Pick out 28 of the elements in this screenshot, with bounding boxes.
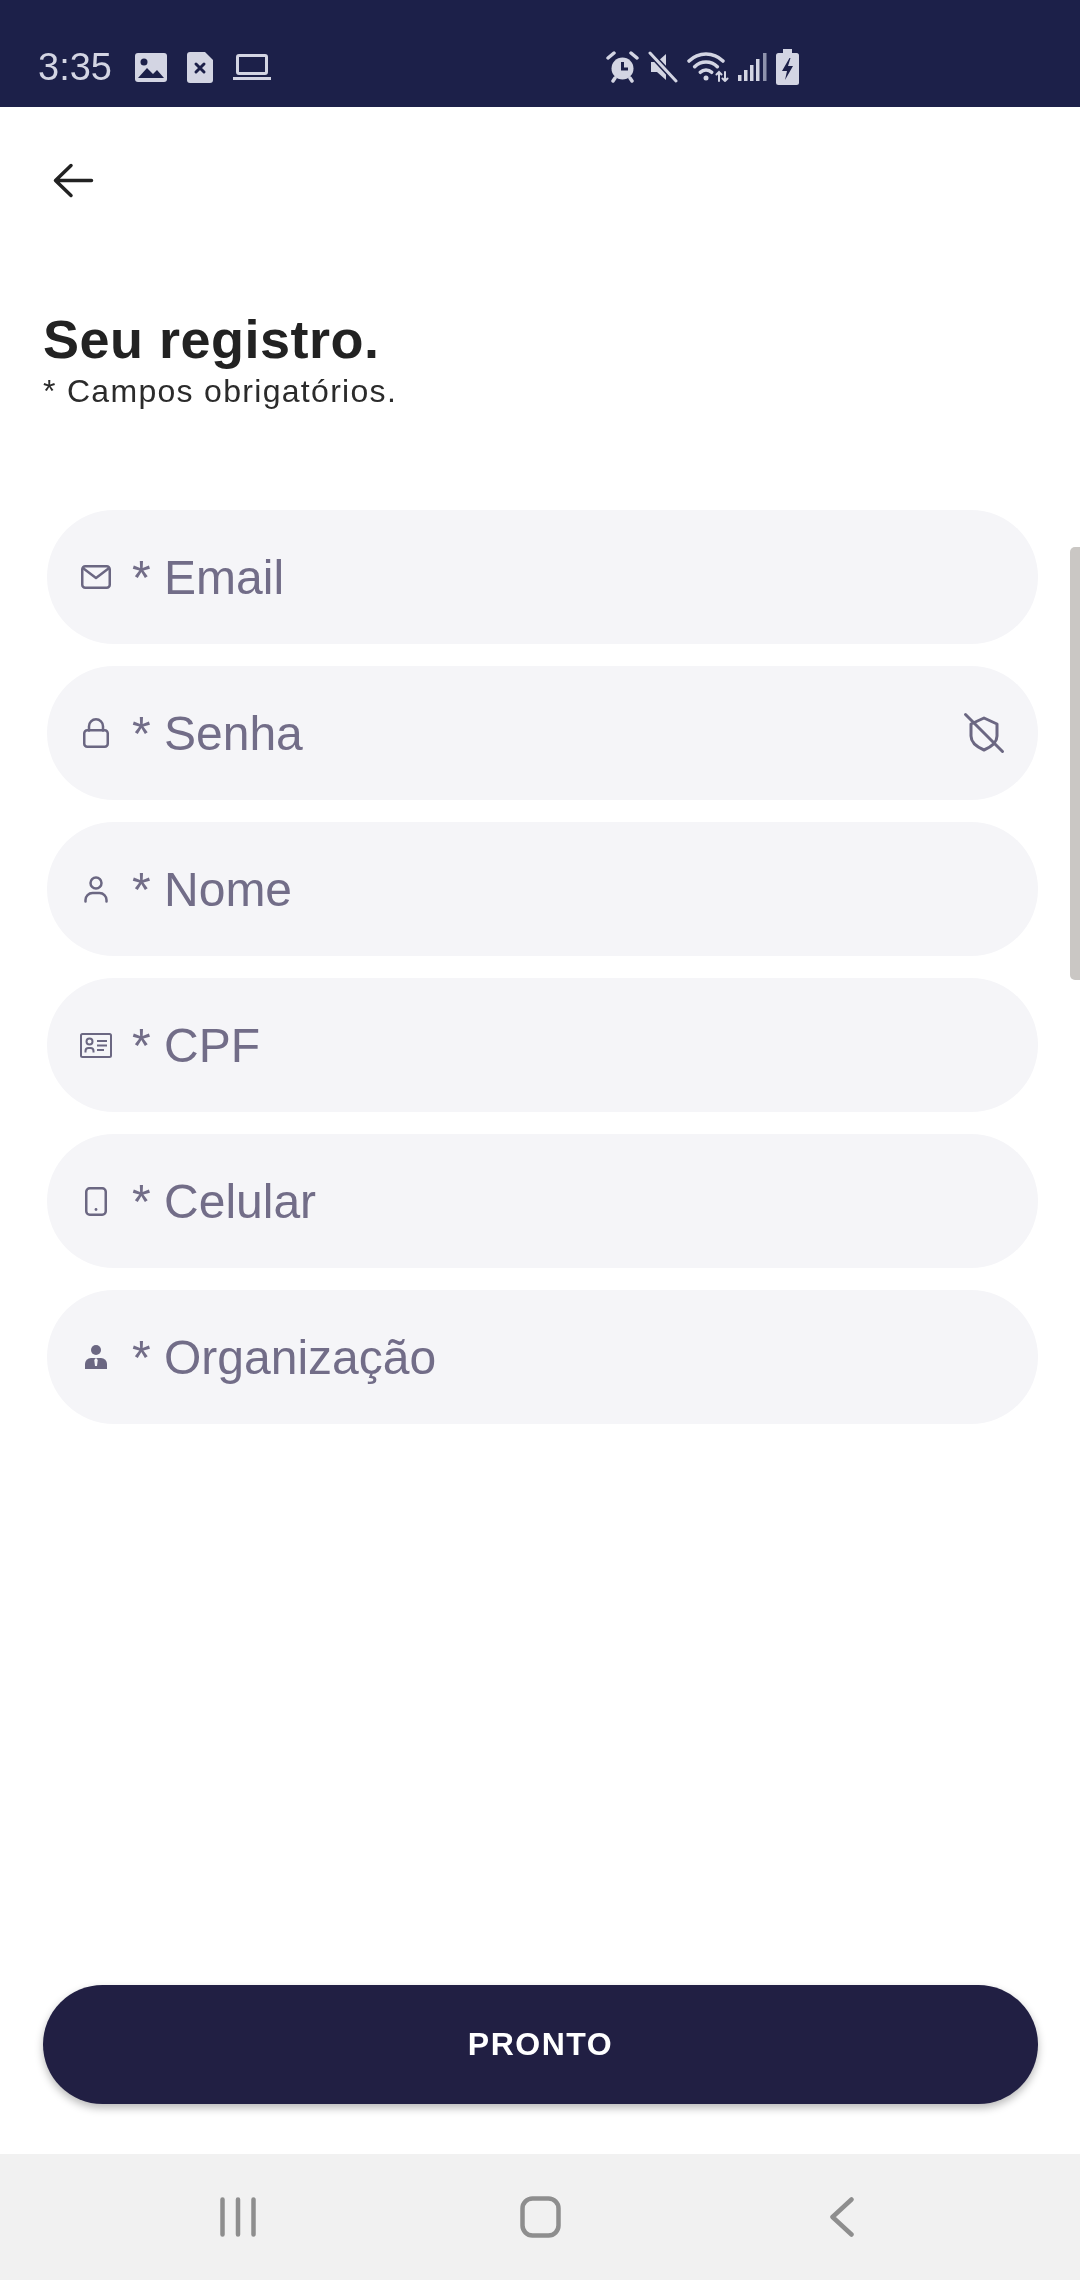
lock-icon: [83, 718, 109, 748]
slashed-shield-icon[interactable]: [963, 712, 1005, 754]
status-time: 3:35: [38, 48, 112, 86]
laptop-icon: [232, 54, 271, 80]
recent-apps-icon[interactable]: [220, 2197, 256, 2237]
done-button[interactable]: PRONTO: [43, 1985, 1038, 2104]
businessperson-icon: [85, 1345, 107, 1369]
required-fields-note: * Campos obrigatórios.: [43, 375, 399, 407]
image-icon: [134, 52, 167, 82]
charging-battery-icon: [776, 49, 799, 85]
phone-field[interactable]: * Celular: [47, 1134, 1038, 1268]
id-card-icon: [80, 1032, 112, 1058]
password-field[interactable]: * Senha: [47, 666, 1038, 800]
alarm-clock-icon: [606, 51, 639, 83]
document-field[interactable]: * CPF: [47, 978, 1038, 1112]
home-icon[interactable]: [519, 2196, 561, 2238]
person-icon: [84, 875, 108, 903]
muted-speaker-icon: [648, 51, 678, 83]
back-chevron-icon[interactable]: [830, 2197, 854, 2237]
signal-bars-icon: [738, 53, 767, 81]
back-arrow-icon[interactable]: [53, 163, 94, 198]
name-field[interactable]: * Nome: [47, 822, 1038, 956]
sim-card-x-icon: [186, 51, 213, 83]
envelope-icon: [81, 565, 111, 589]
organization-field[interactable]: * Organização: [47, 1290, 1038, 1424]
email-field[interactable]: * Email: [47, 510, 1038, 644]
wifi-icon: [687, 52, 729, 82]
phone-icon: [85, 1186, 107, 1216]
